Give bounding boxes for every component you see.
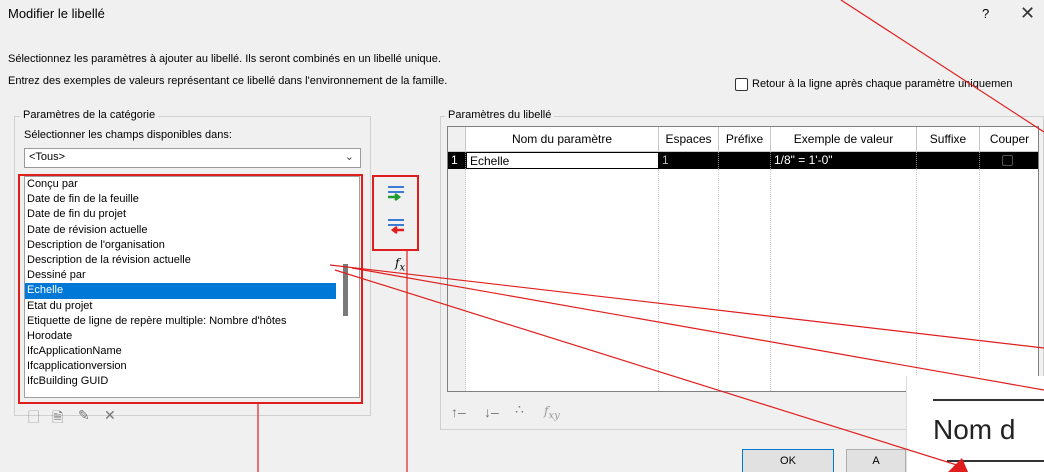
annotation-line — [329, 264, 1044, 349]
annotation-line — [334, 269, 961, 467]
annotation-arrowhead — [948, 458, 968, 472]
annotation-line — [351, 267, 1044, 391]
annotation-lines — [257, 0, 1044, 472]
annotation-line — [840, 0, 1044, 133]
